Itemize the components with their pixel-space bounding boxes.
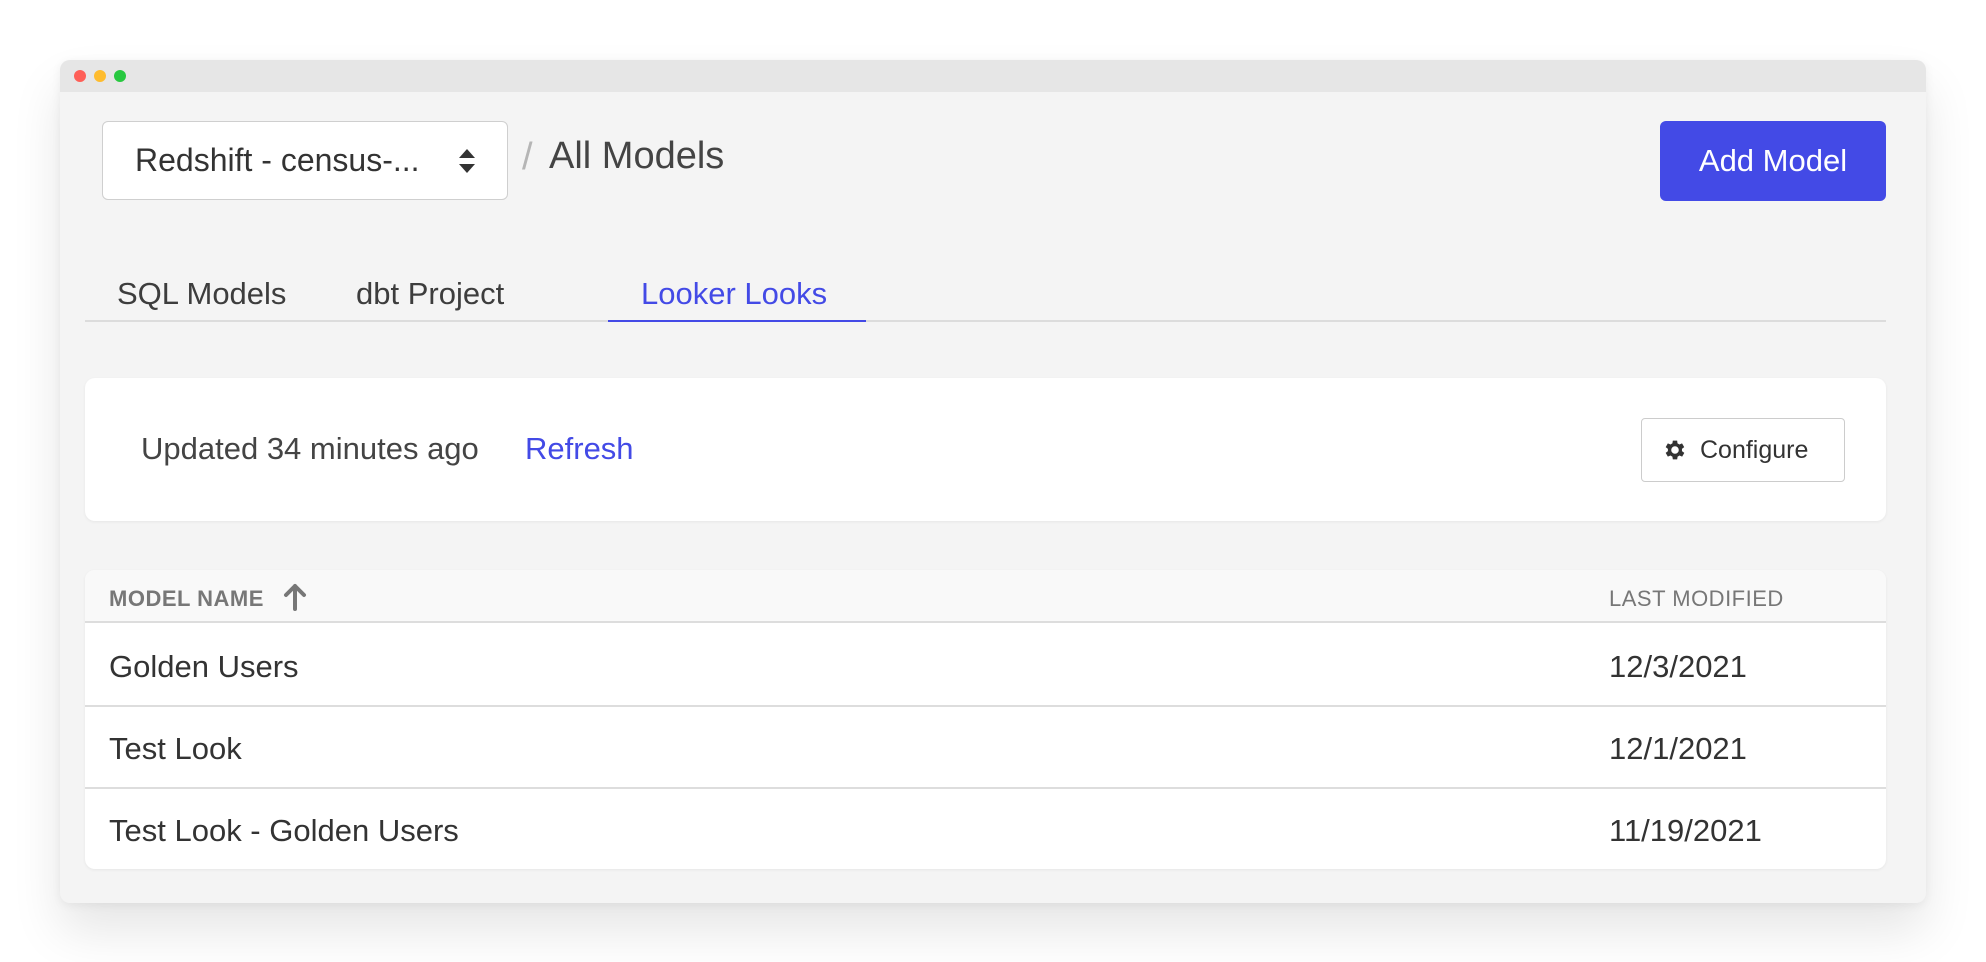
model-name-cell: Test Look [109,731,242,766]
table-row[interactable]: Test Look 12/1/2021 [85,707,1886,789]
source-select-value: Redshift - census-... [135,142,420,178]
tab-looker-looks[interactable]: Looker Looks [641,268,827,322]
status-card: Updated 34 minutes ago Refresh Configure [85,378,1886,521]
maximize-window-button[interactable] [114,70,126,82]
add-model-button[interactable]: Add Model [1660,121,1886,201]
model-name-cell: Golden Users [109,649,299,684]
model-name-cell: Test Look - Golden Users [109,813,459,848]
minimize-window-button[interactable] [94,70,106,82]
gear-icon [1665,440,1685,460]
arrow-up-icon [283,584,306,611]
tab-dbt-project[interactable]: dbt Project [356,268,504,322]
page-title: All Models [549,135,725,177]
last-modified-cell: 12/3/2021 [1609,649,1747,684]
close-window-button[interactable] [74,70,86,82]
tab-bar: SQL Models dbt Project Looker Looks [85,268,1886,322]
last-modified-cell: 11/19/2021 [1609,813,1762,848]
source-select[interactable]: Redshift - census-... [102,121,508,200]
active-tab-indicator [608,320,866,322]
configure-button[interactable]: Configure [1641,418,1845,482]
column-header-last-modified[interactable]: LAST MODIFIED [1609,586,1784,612]
select-arrows-icon [459,149,475,173]
configure-button-label: Configure [1700,435,1809,464]
table-header: MODEL NAME LAST MODIFIED [85,570,1886,623]
last-modified-cell: 12/1/2021 [1609,731,1747,766]
table-row[interactable]: Test Look - Golden Users 11/19/2021 [85,789,1886,869]
updated-status-text: Updated 34 minutes ago [141,431,479,466]
breadcrumb-separator: / [522,136,533,178]
column-header-model-name[interactable]: MODEL NAME [109,584,310,612]
app-window: Redshift - census-... / All Models Add M… [60,60,1926,903]
table-row[interactable]: Golden Users 12/3/2021 [85,625,1886,707]
column-header-model-name-label: MODEL NAME [109,586,264,611]
refresh-link[interactable]: Refresh [525,431,634,467]
window-titlebar [60,60,1926,92]
models-table: MODEL NAME LAST MODIFIED Golden Users 12… [85,570,1886,869]
main-content: Redshift - census-... / All Models Add M… [60,92,1926,903]
tab-sql-models[interactable]: SQL Models [117,268,286,322]
